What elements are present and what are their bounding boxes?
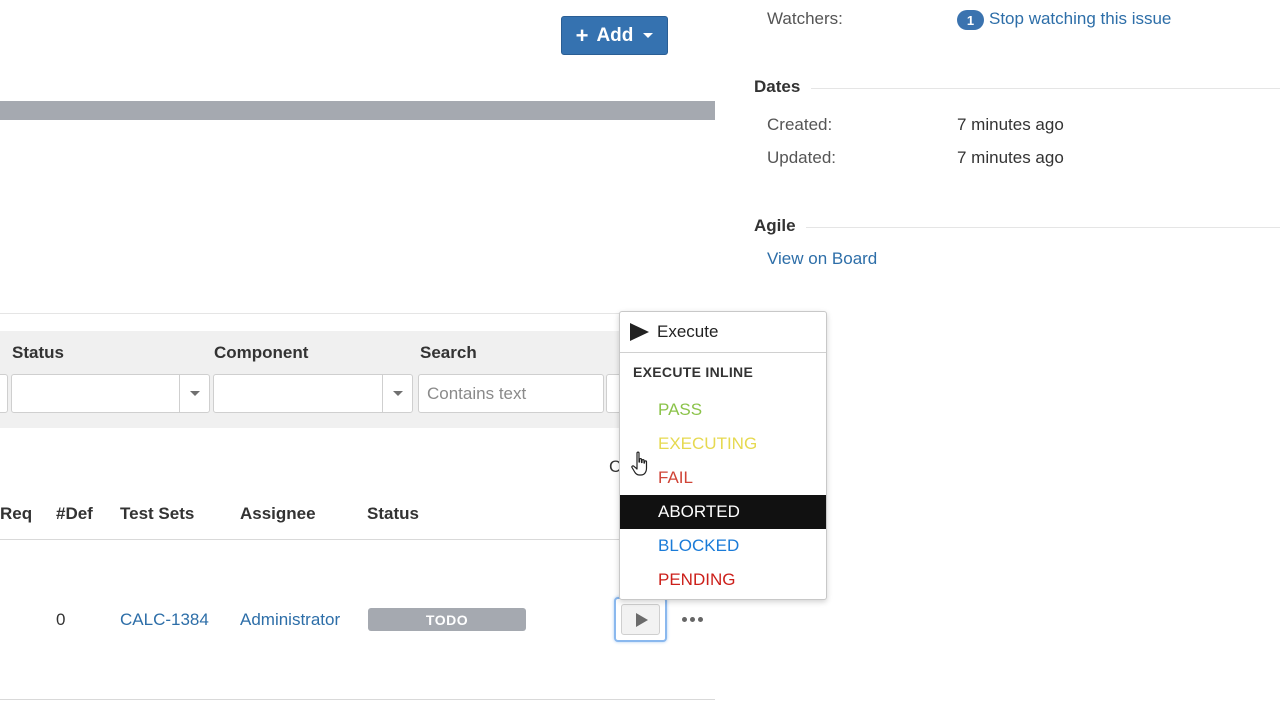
menu-separator bbox=[620, 352, 826, 353]
component-filter-select[interactable] bbox=[213, 374, 413, 413]
menu-heading-execute-inline: EXECUTE INLINE bbox=[633, 364, 754, 380]
created-label: Created: bbox=[767, 115, 833, 134]
dot-icon bbox=[689, 616, 695, 622]
section-divider bbox=[0, 313, 715, 314]
table-header-divider bbox=[0, 539, 640, 540]
column-header-status[interactable]: Status bbox=[367, 504, 419, 524]
menu-item-blocked[interactable]: BLOCKED bbox=[620, 529, 826, 563]
menu-item-execute-label: Execute bbox=[657, 322, 719, 341]
test-set-link[interactable]: CALC-1384 bbox=[120, 610, 209, 630]
execute-button[interactable] bbox=[614, 597, 667, 642]
play-icon bbox=[636, 612, 648, 627]
search-input[interactable] bbox=[418, 374, 604, 413]
chevron-down-icon bbox=[392, 391, 403, 396]
cell-def-count: 0 bbox=[56, 610, 66, 629]
menu-item-aborted[interactable]: ABORTED bbox=[620, 495, 826, 529]
column-header-test-sets[interactable]: Test Sets bbox=[120, 504, 194, 524]
dates-section-line bbox=[811, 88, 1280, 89]
stop-watching-link[interactable]: Stop watching this issue bbox=[989, 9, 1171, 29]
progress-bar bbox=[0, 101, 715, 120]
menu-item-pending[interactable]: PENDING bbox=[620, 563, 826, 597]
play-icon bbox=[630, 323, 649, 341]
created-value: 7 minutes ago bbox=[957, 115, 1064, 134]
watchers-label: Watchers: bbox=[767, 9, 843, 28]
menu-item-label: EXECUTING bbox=[658, 434, 758, 453]
add-button-label: Add bbox=[596, 24, 634, 46]
status-filter-label: Status bbox=[12, 343, 64, 362]
menu-item-label: PENDING bbox=[658, 570, 736, 589]
view-on-board-link[interactable]: View on Board bbox=[767, 249, 877, 269]
agile-section-line bbox=[806, 227, 1280, 228]
column-header-assignee[interactable]: Assignee bbox=[240, 504, 316, 524]
menu-item-label: PASS bbox=[658, 400, 703, 419]
menu-item-label: FAIL bbox=[658, 468, 693, 487]
dates-section-title: Dates bbox=[754, 77, 801, 96]
status-badge: TODO bbox=[368, 608, 526, 631]
chevron-down-icon bbox=[189, 391, 200, 396]
dot-icon bbox=[697, 616, 703, 622]
updated-value: 7 minutes ago bbox=[957, 148, 1064, 167]
table-bottom-divider bbox=[0, 699, 715, 700]
chevron-down-icon bbox=[643, 33, 654, 38]
menu-item-execute[interactable]: Execute bbox=[620, 312, 826, 352]
dot-icon bbox=[681, 616, 687, 622]
previous-filter-select[interactable] bbox=[0, 374, 8, 413]
hand-cursor-icon bbox=[631, 451, 648, 476]
agile-section-title: Agile bbox=[754, 216, 796, 235]
search-filter-label: Search bbox=[420, 343, 477, 362]
column-header-req[interactable]: Req bbox=[0, 504, 32, 524]
component-filter-label: Component bbox=[214, 343, 309, 362]
column-header-def[interactable]: #Def bbox=[56, 504, 93, 524]
updated-label: Updated: bbox=[767, 148, 836, 167]
assignee-link[interactable]: Administrator bbox=[240, 610, 340, 630]
more-actions-button[interactable] bbox=[679, 605, 705, 633]
plus-icon: + bbox=[575, 22, 589, 48]
watchers-count-badge: 1 bbox=[957, 10, 984, 30]
menu-item-label: ABORTED bbox=[658, 502, 740, 521]
status-filter-select[interactable] bbox=[11, 374, 210, 413]
menu-item-pass[interactable]: PASS bbox=[620, 393, 826, 427]
component-select-arrow[interactable] bbox=[382, 375, 412, 412]
add-button[interactable]: + Add bbox=[561, 16, 668, 55]
execute-button-face[interactable] bbox=[621, 604, 660, 635]
menu-item-label: BLOCKED bbox=[658, 536, 740, 555]
status-select-arrow[interactable] bbox=[179, 375, 209, 412]
